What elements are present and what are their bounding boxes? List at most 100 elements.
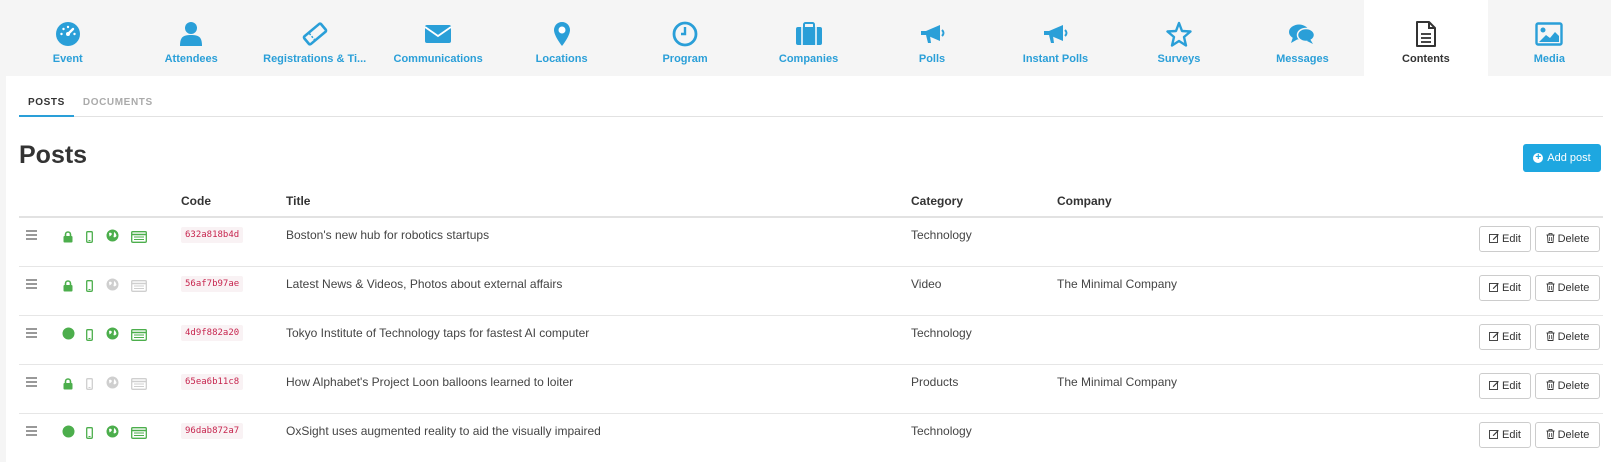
nav-item-program[interactable]: Program: [623, 0, 746, 76]
nav-label: Companies: [778, 53, 839, 65]
table-row: 632a818b4d Boston's new hub for robotics …: [19, 218, 1603, 267]
envelope-icon: [424, 20, 452, 48]
briefcase-icon: [795, 20, 823, 48]
edit-label: Edit: [1502, 233, 1521, 245]
tab-documents[interactable]: DOCUMENTS: [74, 97, 162, 117]
nav-item-attendees[interactable]: Attendees: [129, 0, 252, 76]
ticket-icon: [302, 20, 328, 48]
nav-label: Event: [52, 53, 83, 65]
tab-posts[interactable]: POSTS: [19, 97, 74, 117]
trash-icon: [1546, 232, 1555, 246]
globe-icon: [106, 425, 119, 443]
nav-item-communications[interactable]: Communications: [376, 0, 499, 76]
content-panel: POSTS DOCUMENTS Posts + Add post Code Tit…: [6, 76, 1611, 462]
clock-icon: [672, 20, 698, 48]
table-row: 65ea6b11c8 How Alphabet's Project Loon ba…: [19, 365, 1603, 414]
page-title: Posts: [19, 141, 88, 169]
globe-icon: [106, 327, 119, 345]
delete-label: Delete: [1557, 380, 1590, 392]
edit-label: Edit: [1502, 429, 1521, 441]
nav-item-messages[interactable]: Messages: [1241, 0, 1364, 76]
post-title: How Alphabet's Project Loon balloons lea…: [286, 375, 574, 389]
nav-item-event[interactable]: Event: [6, 0, 129, 76]
edit-button[interactable]: Edit: [1479, 373, 1531, 399]
delete-button[interactable]: Delete: [1535, 275, 1600, 301]
table-row: 96dab872a7 OxSight uses augmented reality…: [19, 414, 1603, 462]
mobile-icon: [86, 426, 93, 444]
add-post-button[interactable]: + Add post: [1523, 144, 1601, 172]
list-icon: [131, 377, 147, 395]
post-code: 65ea6b11c8: [181, 374, 244, 390]
dashboard-icon: [55, 20, 81, 48]
nav-item-polls[interactable]: Polls: [870, 0, 993, 76]
edit-icon: [1489, 233, 1499, 246]
nav-item-instant-polls[interactable]: Instant Polls: [994, 0, 1117, 76]
post-title: Boston's new hub for robotics startups: [286, 228, 490, 242]
post-category: Technology: [911, 424, 972, 438]
nav-item-locations[interactable]: Locations: [500, 0, 623, 76]
delete-button[interactable]: Delete: [1535, 422, 1600, 448]
edit-icon: [1489, 331, 1499, 344]
comments-icon: [1288, 20, 1316, 48]
delete-button[interactable]: Delete: [1535, 373, 1600, 399]
nav-item-contents[interactable]: Contents: [1364, 0, 1488, 76]
table-row: 4d9f882a20 Tokyo Institute of Technology …: [19, 316, 1603, 365]
nav-item-surveys[interactable]: Surveys: [1117, 0, 1240, 76]
lock-icon: [63, 377, 73, 395]
column-header-company: Company: [1057, 194, 1112, 208]
post-company: The Minimal Company: [1057, 277, 1178, 291]
nav-item-companies[interactable]: Companies: [747, 0, 870, 76]
trash-icon: [1546, 330, 1555, 344]
drag-handle-icon[interactable]: [26, 328, 37, 340]
globe-icon: [106, 229, 119, 247]
delete-label: Delete: [1557, 282, 1590, 294]
top-navigation: Event Attendees Registrations & Ti... Commu…: [6, 0, 1611, 76]
post-code: 632a818b4d: [181, 227, 244, 243]
edit-label: Edit: [1502, 282, 1521, 294]
edit-button[interactable]: Edit: [1479, 275, 1531, 301]
drag-handle-icon[interactable]: [26, 426, 37, 438]
edit-label: Edit: [1502, 380, 1521, 392]
trash-icon: [1546, 428, 1555, 442]
column-header-code: Code: [181, 194, 211, 208]
edit-button[interactable]: Edit: [1479, 422, 1531, 448]
post-category: Technology: [911, 228, 972, 242]
list-icon: [131, 426, 147, 444]
nav-item-media[interactable]: Media: [1488, 0, 1611, 76]
edit-icon: [1489, 429, 1499, 442]
mobile-icon: [86, 328, 93, 346]
delete-button[interactable]: Delete: [1535, 324, 1600, 350]
nav-label: Registrations & Ti...: [263, 53, 367, 65]
table-header: Code Title Category Company: [19, 190, 1603, 218]
document-icon: [1415, 20, 1437, 48]
nav-item-registrations-ti[interactable]: Registrations & Ti...: [253, 0, 376, 76]
post-company: The Minimal Company: [1057, 375, 1178, 389]
image-icon: [1535, 20, 1564, 48]
drag-handle-icon[interactable]: [26, 279, 37, 291]
map-marker-icon: [553, 20, 571, 48]
post-category: Products: [911, 375, 959, 389]
edit-button[interactable]: Edit: [1479, 324, 1531, 350]
delete-button[interactable]: Delete: [1535, 226, 1600, 252]
column-header-title: Title: [286, 194, 311, 208]
drag-handle-icon[interactable]: [26, 377, 37, 389]
post-code: 96dab872a7: [181, 423, 244, 439]
post-category: Video: [911, 277, 942, 291]
trash-icon: [1546, 379, 1555, 393]
edit-button[interactable]: Edit: [1479, 226, 1531, 252]
drag-handle-icon[interactable]: [26, 230, 37, 242]
nav-label: Attendees: [164, 53, 218, 65]
post-title: OxSight uses augmented reality to aid th…: [286, 424, 601, 438]
edit-icon: [1489, 282, 1499, 295]
post-title: Tokyo Institute of Technology taps for f…: [286, 326, 590, 340]
delete-label: Delete: [1557, 429, 1590, 441]
edit-icon: [1489, 380, 1499, 393]
nav-label: Contents: [1402, 53, 1450, 65]
nav-label: Media: [1533, 53, 1565, 65]
user-icon: [179, 20, 203, 48]
delete-label: Delete: [1557, 331, 1590, 343]
list-icon: [131, 279, 147, 297]
lock-icon: [63, 279, 73, 297]
mobile-icon: [86, 230, 93, 248]
nav-label: Instant Polls: [1022, 53, 1089, 65]
